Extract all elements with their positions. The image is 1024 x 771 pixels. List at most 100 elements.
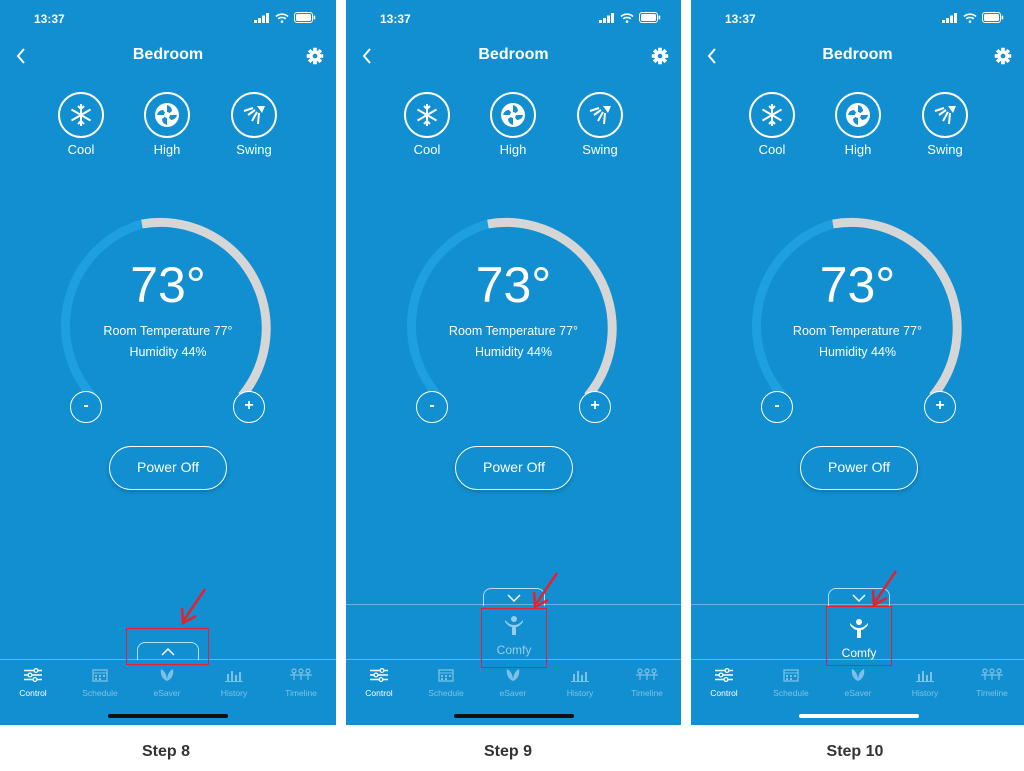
timeline-icon [636, 668, 658, 680]
tab-bar: Control Schedule eSaver History Timeline [691, 667, 1024, 700]
decrease-temp-button[interactable]: - [761, 391, 793, 423]
tab-schedule[interactable]: Schedule [766, 668, 816, 698]
set-temperature: 73° [130, 257, 206, 313]
mode-swing-button[interactable]: Swing [219, 92, 289, 157]
decrease-temp-button[interactable]: - [70, 391, 102, 423]
mode-label: Swing [582, 142, 618, 157]
signal-icon [599, 12, 614, 23]
tab-history[interactable]: History [900, 668, 950, 698]
tab-history[interactable]: History [555, 668, 605, 698]
leaf-icon [160, 669, 174, 681]
mode-controls: Cool High Swing [691, 92, 1024, 162]
tab-label: eSaver [153, 688, 181, 698]
tab-bar: Control Schedule eSaver History Timeline [346, 667, 681, 700]
calendar-icon [92, 669, 108, 682]
tab-label: Timeline [285, 688, 317, 698]
mode-label: Cool [413, 142, 441, 157]
mode-cool-button[interactable]: Cool [392, 92, 462, 157]
tab-control[interactable]: Control [354, 667, 404, 698]
signal-icon [942, 12, 957, 23]
timeline-icon [981, 668, 1003, 680]
room-temperature: Room Temperature 77° [448, 324, 579, 338]
tab-label: Schedule [773, 688, 809, 698]
status-time: 13:37 [380, 12, 411, 26]
mode-swing-button[interactable]: Swing [565, 92, 635, 157]
tab-label: History [911, 688, 939, 698]
drawer-divider [691, 604, 1024, 605]
tab-label: Control [710, 688, 738, 698]
chevron-down-icon [852, 593, 866, 602]
battery-icon [982, 12, 1004, 23]
step-caption: Step 8 [141, 743, 190, 760]
sliders-icon [715, 667, 733, 683]
increase-temp-button[interactable]: + [579, 391, 611, 423]
mode-cool-button[interactable]: Cool [46, 92, 116, 157]
page-title: Bedroom [132, 46, 204, 63]
highlight-box [826, 606, 892, 666]
settings-gear-button[interactable] [992, 45, 1014, 67]
tab-label: Schedule [428, 688, 464, 698]
snowflake-icon [761, 104, 783, 126]
tab-label: History [220, 688, 248, 698]
tab-timeline[interactable]: Timeline [967, 668, 1017, 698]
power-off-button[interactable]: Power Off [109, 446, 227, 490]
bar-chart-icon [916, 671, 934, 682]
mode-fan-speed-button[interactable]: High [823, 92, 893, 157]
tab-timeline[interactable]: Timeline [276, 668, 326, 698]
swing-icon [934, 106, 956, 125]
bar-chart-icon [571, 671, 589, 682]
status-time: 13:37 [725, 12, 756, 26]
room-temperature: Room Temperature 77° [792, 324, 923, 338]
tab-label: Schedule [82, 688, 118, 698]
status-time: 13:37 [34, 12, 65, 26]
swing-icon [589, 106, 611, 125]
home-indicator [108, 714, 228, 718]
mode-swing-button[interactable]: Swing [910, 92, 980, 157]
leaf-icon [851, 669, 865, 681]
snowflake-icon [416, 104, 438, 126]
mode-label: High [499, 142, 527, 157]
settings-gear-button[interactable] [304, 45, 326, 67]
battery-icon [294, 12, 316, 23]
mode-cool-button[interactable]: Cool [737, 92, 807, 157]
mode-label: Cool [758, 142, 786, 157]
tab-esaver[interactable]: eSaver [142, 668, 192, 698]
tab-timeline[interactable]: Timeline [622, 668, 672, 698]
tab-control[interactable]: Control [8, 667, 58, 698]
settings-gear-button[interactable] [649, 45, 671, 67]
mode-label: Cool [67, 142, 95, 157]
increase-temp-button[interactable]: + [924, 391, 956, 423]
highlight-box [126, 628, 209, 665]
page-title: Bedroom [822, 46, 893, 63]
mode-controls: Cool High Swing [346, 92, 681, 162]
tab-history[interactable]: History [209, 668, 259, 698]
fan-icon [155, 103, 179, 127]
mode-fan-speed-button[interactable]: High [478, 92, 548, 157]
set-temperature: 73° [819, 257, 896, 313]
humidity: Humidity 44% [474, 345, 553, 359]
increase-temp-button[interactable]: + [233, 391, 265, 423]
mode-fan-speed-button[interactable]: High [132, 92, 202, 157]
step-caption: Step 9 [483, 743, 532, 760]
wifi-icon [275, 12, 289, 23]
power-off-button[interactable]: Power Off [800, 446, 918, 490]
phone-screen-step-9: 13:37 Bedroom Cool High Swing 73° Room T… [346, 0, 681, 725]
decrease-temp-button[interactable]: - [416, 391, 448, 423]
bar-chart-icon [225, 671, 243, 682]
home-indicator [454, 714, 574, 718]
power-off-button[interactable]: Power Off [455, 446, 573, 490]
tab-control[interactable]: Control [699, 667, 749, 698]
home-indicator [799, 714, 919, 718]
mode-label: High [153, 142, 181, 157]
red-arrow-icon [532, 572, 559, 610]
calendar-icon [783, 669, 799, 682]
tab-schedule[interactable]: Schedule [421, 668, 471, 698]
humidity: Humidity 44% [129, 345, 207, 359]
sliders-icon [24, 667, 42, 683]
tab-esaver[interactable]: eSaver [488, 668, 538, 698]
tab-esaver[interactable]: eSaver [833, 668, 883, 698]
tab-label: eSaver [844, 688, 872, 698]
highlight-box [481, 608, 547, 668]
tab-label: eSaver [499, 688, 527, 698]
tab-schedule[interactable]: Schedule [75, 668, 125, 698]
